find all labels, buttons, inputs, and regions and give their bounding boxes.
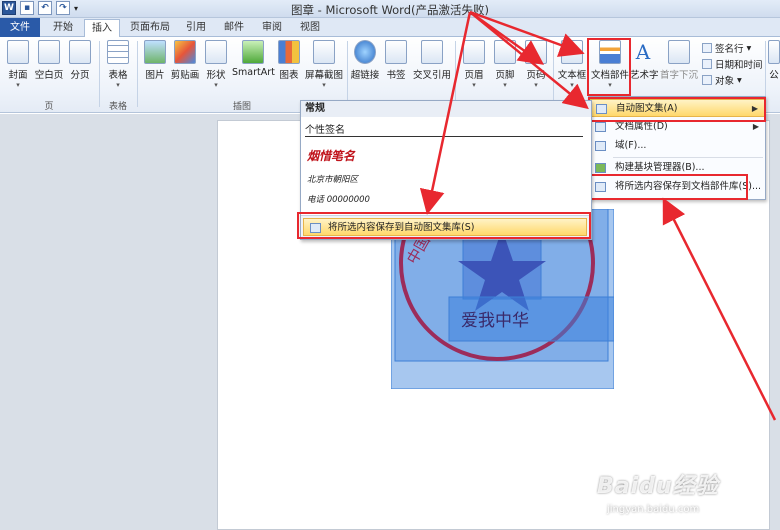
- preview-phone: 电话 00000000: [307, 195, 370, 205]
- smartart-button[interactable]: SmartArt: [232, 40, 275, 78]
- gallery-entry-name[interactable]: 个性签名: [305, 121, 345, 136]
- date-time-button[interactable]: 日期和时间: [702, 57, 763, 71]
- menu-item-autotext[interactable]: 自动图文集(A) ▶: [589, 99, 765, 117]
- save-gallery-icon: [595, 182, 606, 192]
- screenshot-icon: [313, 40, 335, 64]
- title-bar: W ▪ ↶ ↷ ▾ 图章 - Microsoft Word(产品激活失败): [0, 0, 780, 18]
- group-separator: [99, 41, 100, 107]
- calendar-icon: [702, 59, 712, 69]
- textbox-button[interactable]: 文本框 ▾: [557, 40, 587, 89]
- tab-home[interactable]: 开始: [46, 19, 80, 37]
- save-to-autotext-button[interactable]: 将所选内容保存到自动图文集库(S): [303, 218, 587, 236]
- page-number-icon: [525, 40, 547, 64]
- object-button[interactable]: 对象 ▾: [702, 73, 742, 87]
- autotext-gallery: 常规 个性签名 烟惜笔名 北京市朝阳区 电话 00000000 将所选内容保存到…: [300, 100, 592, 240]
- menu-item-save-to-gallery[interactable]: 将所选内容保存到文档部件库(S)...: [589, 178, 765, 196]
- header-icon: [463, 40, 485, 64]
- document-property-icon: [595, 122, 606, 132]
- group-separator: [137, 41, 138, 107]
- pi-icon: [768, 40, 780, 64]
- globe-icon: [354, 40, 376, 64]
- wordart-button[interactable]: A 艺术字: [630, 40, 659, 81]
- cover-icon: [7, 40, 29, 64]
- preview-signature: 烟惜笔名: [307, 149, 356, 163]
- submenu-arrow-icon: ▶: [751, 104, 758, 113]
- dropcap-icon: [668, 40, 690, 64]
- field-icon: [595, 141, 606, 151]
- gallery-category: 常规: [301, 101, 591, 117]
- window-title: 图章 - Microsoft Word(产品激活失败): [291, 3, 489, 17]
- object-icon: [702, 75, 712, 85]
- group-separator: [553, 41, 554, 107]
- equation-button[interactable]: 公: [768, 40, 780, 81]
- bookmark-button[interactable]: 书签: [382, 40, 410, 81]
- footer-icon: [494, 40, 516, 64]
- smartart-icon: [242, 40, 264, 64]
- watermark-main: Baidu经验: [597, 474, 719, 499]
- tab-page-layout[interactable]: 页面布局: [126, 19, 174, 37]
- tab-references[interactable]: 引用: [180, 19, 212, 37]
- group-label-tables: 表格: [108, 102, 127, 112]
- tab-file[interactable]: 文件: [0, 18, 40, 37]
- tab-review[interactable]: 审阅: [256, 19, 288, 37]
- building-blocks-icon: [595, 163, 606, 173]
- quick-parts-menu: 自动图文集(A) ▶ 文档属性(D) ▶ 域(F)... 构建基块管理器(B).…: [588, 96, 766, 200]
- bookmark-icon: [385, 40, 407, 64]
- group-separator: [455, 41, 456, 107]
- table-icon: [107, 40, 129, 64]
- shapes-icon: [205, 40, 227, 64]
- watermark-sub: jingyan.baidu.com: [607, 504, 700, 515]
- blank-page-icon: [38, 40, 60, 64]
- gallery-footer: 将所选内容保存到自动图文集库(S): [301, 215, 591, 239]
- table-button[interactable]: 表格 ▾: [104, 40, 132, 89]
- ribbon-tabs: 文件 开始 插入 页面布局 引用 邮件 审阅 视图: [0, 18, 780, 38]
- shapes-button[interactable]: 形状 ▾: [202, 40, 230, 89]
- hyperlink-button[interactable]: 超链接: [350, 40, 380, 81]
- save-autotext-icon: [310, 223, 321, 233]
- picture-button[interactable]: 图片: [142, 40, 168, 81]
- picture-icon: [144, 40, 166, 64]
- page-number-button[interactable]: 页码 ▾: [522, 40, 550, 89]
- page-break-button[interactable]: 分页: [66, 40, 94, 81]
- clipart-icon: [174, 40, 196, 64]
- tab-mailings[interactable]: 邮件: [218, 19, 250, 37]
- header-button[interactable]: 页眉 ▾: [460, 40, 488, 89]
- seal-bottom-text: 爱我中华: [461, 311, 529, 331]
- tab-insert[interactable]: 插入: [84, 19, 120, 38]
- submenu-arrow-icon: ▶: [752, 122, 759, 131]
- tab-view[interactable]: 视图: [294, 19, 326, 37]
- menu-separator: [613, 157, 763, 158]
- screenshot-button[interactable]: 屏幕截图 ▾: [304, 40, 344, 89]
- menu-item-document-property[interactable]: 文档属性(D) ▶: [589, 118, 765, 136]
- page-break-icon: [69, 40, 91, 64]
- menu-item-building-blocks[interactable]: 构建基块管理器(B)...: [589, 159, 765, 177]
- menu-item-field[interactable]: 域(F)...: [589, 137, 765, 155]
- cross-reference-icon: [421, 40, 443, 64]
- quick-parts-highlight: [587, 38, 631, 96]
- signature-line-icon: [702, 43, 712, 53]
- dropcap-button[interactable]: 首字下沉: [660, 40, 698, 81]
- gallery-entry-preview[interactable]: 烟惜笔名 北京市朝阳区 电话 00000000: [305, 136, 583, 213]
- wordart-icon: A: [635, 40, 651, 64]
- baidu-watermark: Baidu经验 jingyan.baidu.com: [597, 468, 767, 524]
- cross-reference-button[interactable]: 交叉引用: [412, 40, 452, 81]
- cover-button[interactable]: 封面 ▾: [4, 40, 32, 89]
- group-separator: [347, 41, 348, 107]
- clipart-button[interactable]: 剪贴画: [170, 40, 200, 81]
- chart-button[interactable]: 图表: [276, 40, 302, 81]
- chart-icon: [278, 40, 300, 64]
- textbox-icon: [561, 40, 583, 64]
- autotext-icon: [596, 104, 607, 114]
- blank-page-button[interactable]: 空白页: [34, 40, 64, 81]
- group-label-pages: 页: [44, 102, 54, 112]
- signature-line-button[interactable]: 签名行 ▾: [702, 41, 751, 55]
- preview-address: 北京市朝阳区: [307, 175, 359, 185]
- footer-button[interactable]: 页脚 ▾: [491, 40, 519, 89]
